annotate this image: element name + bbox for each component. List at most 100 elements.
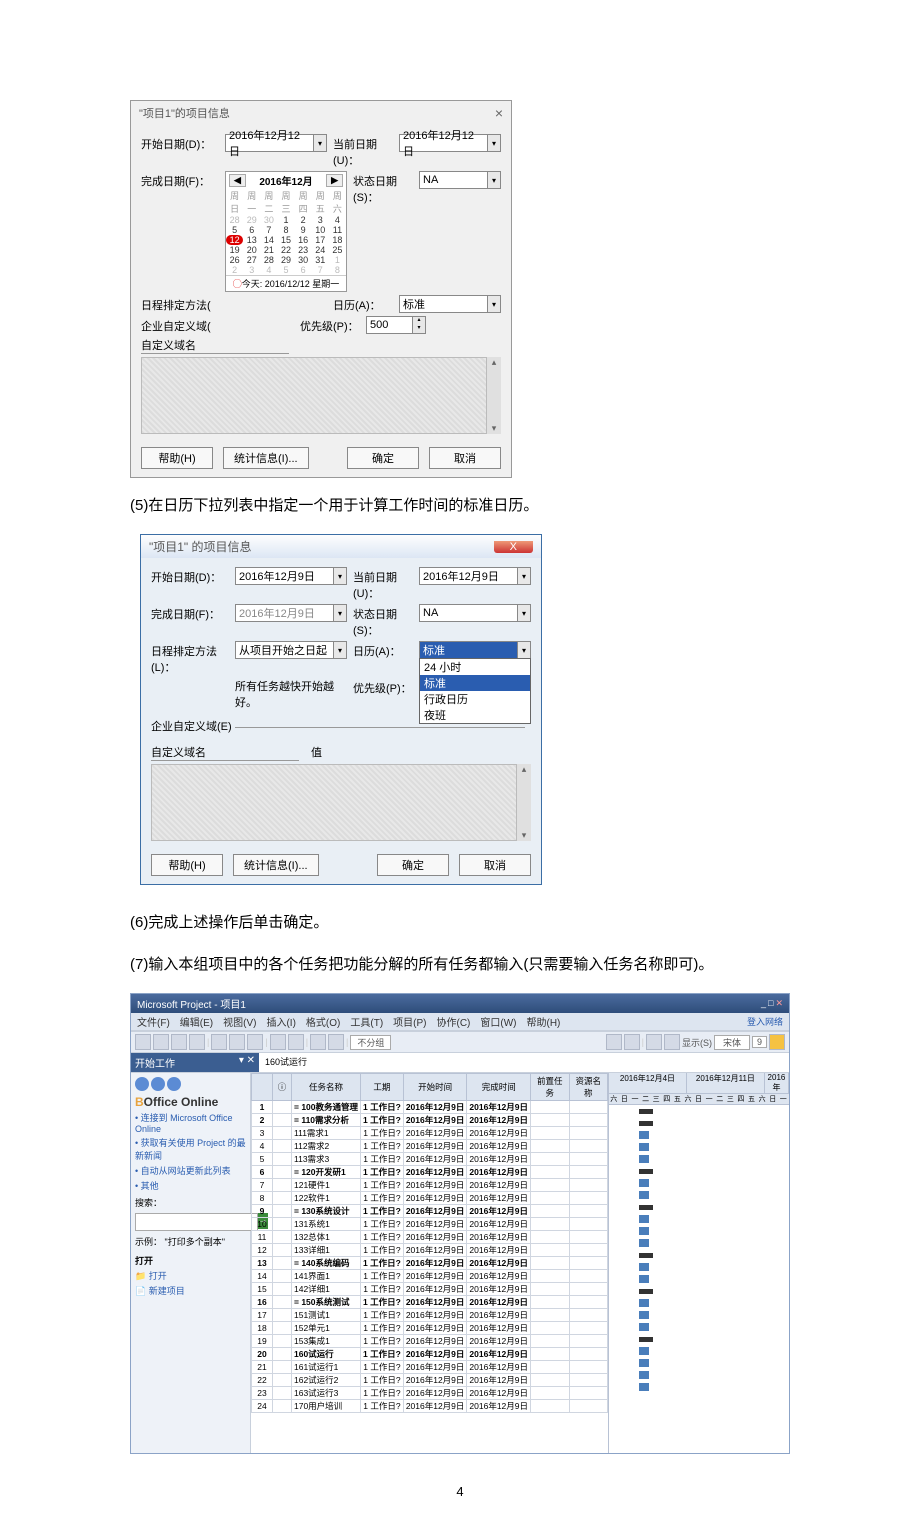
ok-button[interactable]: 确定 <box>377 854 449 876</box>
schedule-method-select[interactable]: 从项目开始之日起 <box>235 641 334 659</box>
chevron-down-icon[interactable]: ▾ <box>334 567 347 585</box>
col-taskname[interactable]: 任务名称 <box>292 1074 361 1101</box>
task-row[interactable]: 5113需求31 工作日?2016年12月9日2016年12月9日 <box>252 1153 608 1166</box>
gantt-bar[interactable] <box>609 1225 789 1237</box>
menu-item[interactable]: 帮助(H) <box>527 1018 561 1029</box>
scrollbar-icon[interactable]: ▴▾ <box>516 764 531 841</box>
gantt-bar[interactable] <box>609 1333 789 1345</box>
task-row[interactable]: 8122软件11 工作日?2016年12月9日2016年12月9日 <box>252 1192 608 1205</box>
close-icon[interactable]: × <box>495 105 503 121</box>
font-select[interactable]: 宋体 <box>714 1035 750 1050</box>
task-row[interactable]: 3111需求11 工作日?2016年12月9日2016年12月9日 <box>252 1127 608 1140</box>
gantt-bar[interactable] <box>609 1117 789 1129</box>
chevron-down-icon[interactable]: ▾ <box>488 134 501 152</box>
col-predecessors[interactable]: 前置任务 <box>531 1074 570 1101</box>
statistics-button[interactable]: 统计信息(I)... <box>233 854 319 876</box>
task-row[interactable]: 17151测试11 工作日?2016年12月9日2016年12月9日 <box>252 1309 608 1322</box>
prev-month-icon[interactable]: ◀ <box>229 174 246 187</box>
link-icon[interactable] <box>310 1034 326 1050</box>
gantt-bar[interactable] <box>609 1177 789 1189</box>
cancel-button[interactable]: 取消 <box>459 854 531 876</box>
col-info[interactable]: ⓘ <box>273 1074 292 1101</box>
task-row[interactable]: 13= 140系统编码1 工作日?2016年12月9日2016年12月9日 <box>252 1257 608 1270</box>
col-finish[interactable]: 完成时间 <box>467 1074 531 1101</box>
task-grid[interactable]: ⓘ 任务名称 工期 开始时间 完成时间 前置任务 资源名称 1= 100教务通管… <box>251 1073 608 1453</box>
task-row[interactable]: 7121硬件11 工作日?2016年12月9日2016年12月9日 <box>252 1179 608 1192</box>
new-icon[interactable] <box>135 1034 151 1050</box>
custom-fields-grid[interactable]: ▴▾ <box>151 764 531 841</box>
menu-item[interactable]: 窗口(W) <box>480 1018 516 1029</box>
back-icon[interactable] <box>135 1077 149 1091</box>
custom-fields-grid[interactable]: ▴▾ <box>141 357 501 434</box>
chevron-down-icon[interactable]: ▾ <box>488 295 501 313</box>
task-row[interactable]: 1= 100教务通管理1 工作日?2016年12月9日2016年12月9日 <box>252 1101 608 1114</box>
task-row[interactable]: 16= 150系统测试1 工作日?2016年12月9日2016年12月9日 <box>252 1296 608 1309</box>
current-date-input[interactable]: 2016年12月9日 <box>419 567 518 585</box>
gantt-bar[interactable] <box>609 1201 789 1213</box>
gantt-bar[interactable] <box>609 1357 789 1369</box>
status-date-input[interactable]: NA <box>419 171 488 189</box>
next-month-icon[interactable]: ▶ <box>326 174 343 187</box>
task-row[interactable]: 15142详细11 工作日?2016年12月9日2016年12月9日 <box>252 1283 608 1296</box>
task-row[interactable]: 6= 120开发研11 工作日?2016年12月9日2016年12月9日 <box>252 1166 608 1179</box>
menu-item[interactable]: 协作(C) <box>437 1018 471 1029</box>
start-date-input[interactable]: 2016年12月9日 <box>235 567 334 585</box>
help-button[interactable]: 帮助(H) <box>151 854 223 876</box>
gantt-bar[interactable] <box>609 1345 789 1357</box>
home-icon[interactable] <box>167 1077 181 1091</box>
menu-bar[interactable]: 文件(F)编辑(E)视图(V)插入(I)格式(O)工具(T)项目(P)协作(C)… <box>131 1013 576 1030</box>
indent-icon[interactable] <box>664 1034 680 1050</box>
print-icon[interactable] <box>189 1034 205 1050</box>
calendar-select[interactable]: 标准 <box>419 641 518 659</box>
cell-edit-bar[interactable]: 160试运行 <box>259 1053 789 1072</box>
gantt-bar[interactable] <box>609 1105 789 1117</box>
gantt-bar[interactable] <box>609 1165 789 1177</box>
dropdown-option-selected[interactable]: 标准 <box>420 675 530 691</box>
col-start[interactable]: 开始时间 <box>403 1074 467 1101</box>
unlink-icon[interactable] <box>328 1034 344 1050</box>
chevron-down-icon[interactable]: ▾ <box>518 604 531 622</box>
status-date-input[interactable]: NA <box>419 604 518 622</box>
statistics-button[interactable]: 统计信息(I)... <box>223 447 309 469</box>
gantt-bar[interactable] <box>609 1321 789 1333</box>
cut-icon[interactable] <box>211 1034 227 1050</box>
pane-link[interactable]: • 其他 <box>135 1179 246 1192</box>
open-link[interactable]: 📁 打开 <box>135 1269 246 1282</box>
task-row[interactable]: 18152单元11 工作日?2016年12月9日2016年12月9日 <box>252 1322 608 1335</box>
pane-link[interactable]: • 连接到 Microsoft Office Online <box>135 1111 246 1134</box>
menu-item[interactable]: 工具(T) <box>350 1018 383 1029</box>
task-row[interactable]: 4112需求21 工作日?2016年12月9日2016年12月9日 <box>252 1140 608 1153</box>
redo-icon[interactable] <box>288 1034 304 1050</box>
forward-icon[interactable] <box>151 1077 165 1091</box>
task-row[interactable]: 2= 110需求分析1 工作日?2016年12月9日2016年12月9日 <box>252 1114 608 1127</box>
close-pane-icon[interactable]: ▾ ✕ <box>239 1055 255 1070</box>
calendar-grid[interactable]: 周日周一周二周三周四周五周六 2829301234567891011121314… <box>226 189 346 275</box>
dropdown-option[interactable]: 24 小时 <box>420 659 530 675</box>
dropdown-option[interactable]: 夜班 <box>420 707 530 723</box>
undo-icon[interactable] <box>270 1034 286 1050</box>
gantt-bar[interactable] <box>609 1129 789 1141</box>
close-icon[interactable]: X <box>494 541 533 553</box>
gantt-bar[interactable] <box>609 1213 789 1225</box>
cancel-button[interactable]: 取消 <box>429 447 501 469</box>
chevron-down-icon[interactable]: ▾ <box>518 567 531 585</box>
gantt-bar[interactable] <box>609 1309 789 1321</box>
gantt-bar[interactable] <box>609 1369 789 1381</box>
menu-item[interactable]: 编辑(E) <box>180 1018 213 1029</box>
window-buttons[interactable]: _□✕ <box>759 998 783 1009</box>
gantt-bar[interactable] <box>609 1273 789 1285</box>
new-project-link[interactable]: 📄 新建项目 <box>135 1284 246 1297</box>
calendar-popup[interactable]: ◀ 2016年12月 ▶ 周日周一周二周三周四周五周六 282930123456… <box>225 171 347 292</box>
task-row[interactable]: 14141界面11 工作日?2016年12月9日2016年12月9日 <box>252 1270 608 1283</box>
gantt-bar[interactable] <box>609 1189 789 1201</box>
no-group-select[interactable]: 不分组 <box>350 1035 391 1050</box>
dropdown-option[interactable]: 行政日历 <box>420 691 530 707</box>
task-row[interactable]: 23163试运行31 工作日?2016年12月9日2016年12月9日 <box>252 1387 608 1400</box>
outdent-icon[interactable] <box>646 1034 662 1050</box>
gantt-bar[interactable] <box>609 1285 789 1297</box>
calendar-dropdown-list[interactable]: 24 小时 标准 行政日历 夜班 <box>419 658 531 724</box>
pane-link[interactable]: • 自动从网站更新此列表 <box>135 1164 246 1177</box>
save-icon[interactable] <box>171 1034 187 1050</box>
search-input[interactable] <box>135 1213 258 1231</box>
priority-input[interactable]: 500 <box>366 316 413 334</box>
